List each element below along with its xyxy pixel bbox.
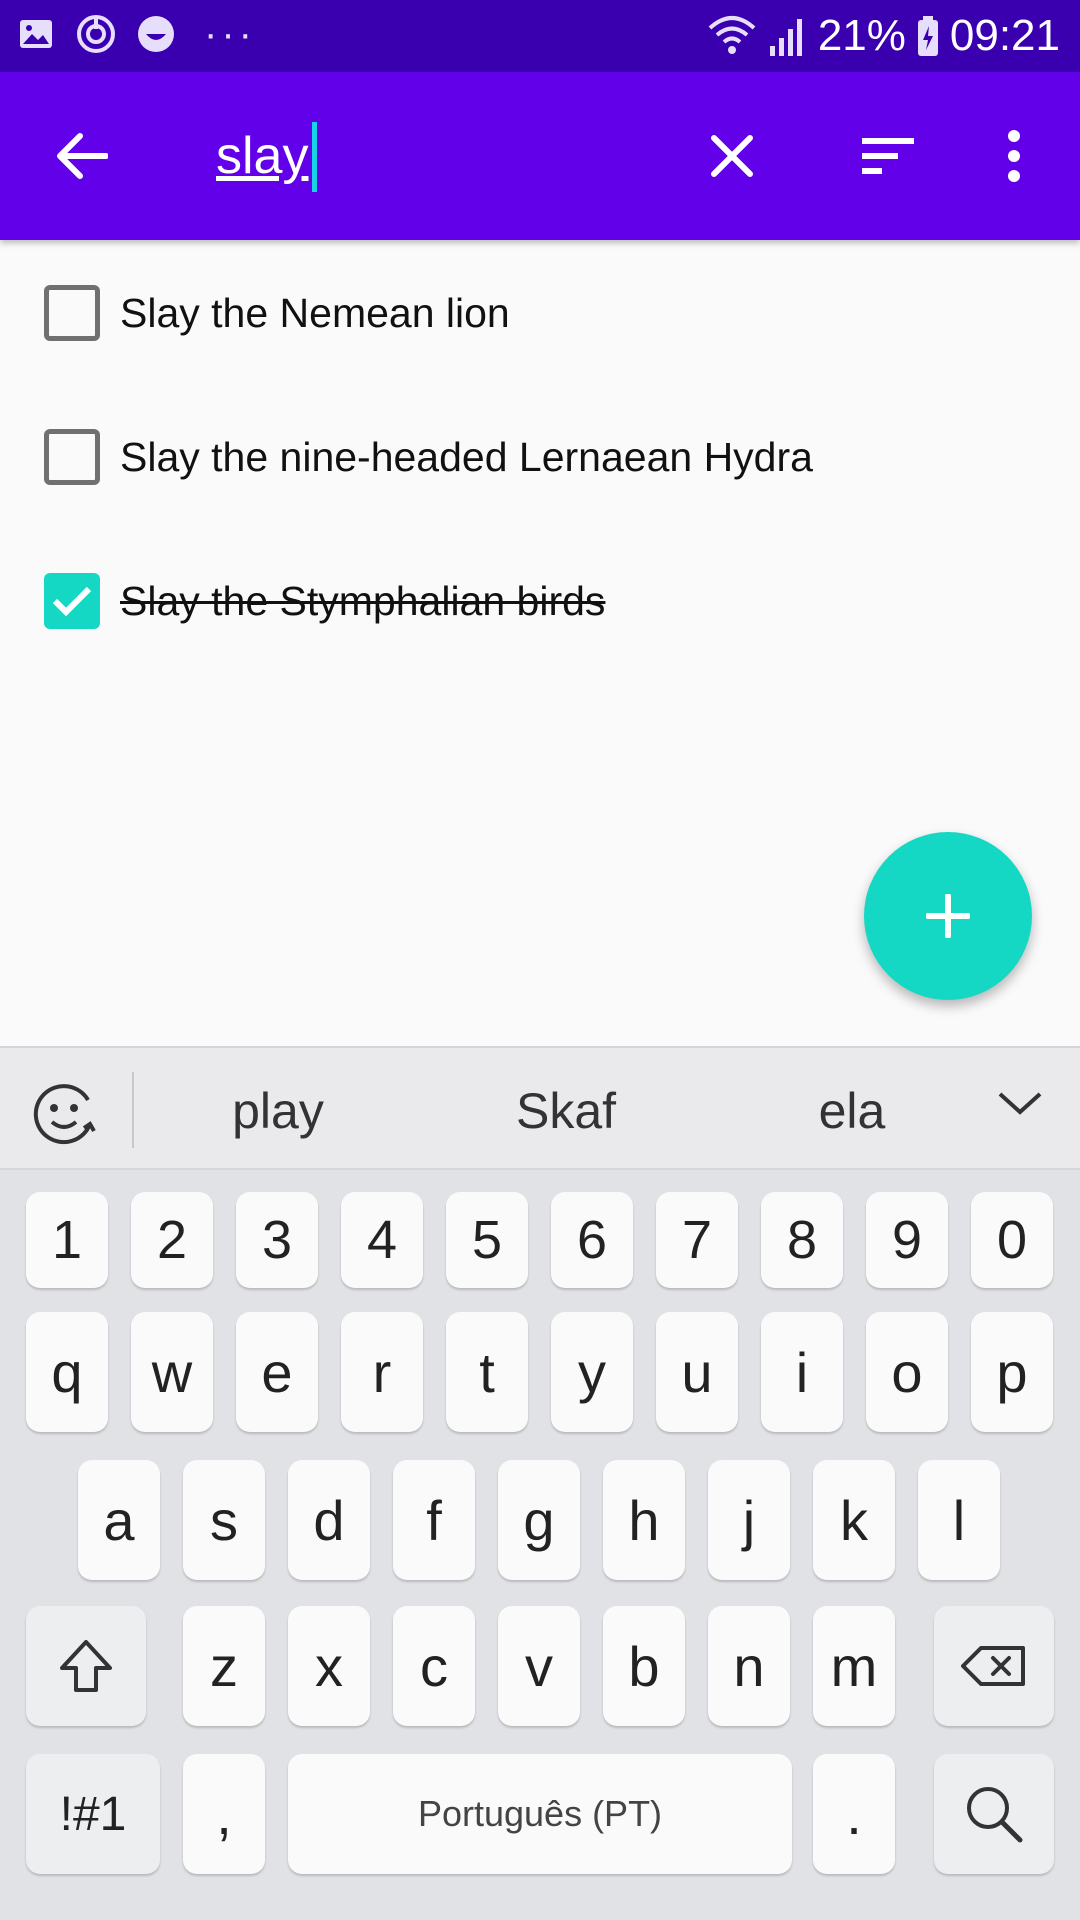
period-key[interactable]: . — [813, 1754, 895, 1874]
key-p[interactable]: p — [971, 1312, 1053, 1432]
clear-search-button[interactable] — [700, 124, 764, 188]
smile-icon — [136, 14, 176, 54]
search-field[interactable] — [216, 118, 656, 194]
arrow-left-icon — [57, 133, 108, 179]
search-key[interactable] — [934, 1754, 1054, 1874]
signal-icon — [769, 19, 802, 56]
back-button[interactable] — [52, 126, 112, 186]
key-9[interactable]: 9 — [866, 1192, 948, 1288]
task-label: Slay the Nemean lion — [120, 289, 510, 336]
key-v[interactable]: v — [498, 1606, 580, 1726]
key-l[interactable]: l — [918, 1460, 1000, 1580]
key-y[interactable]: y — [551, 1312, 633, 1432]
key-c[interactable]: c — [393, 1606, 475, 1726]
key-b[interactable]: b — [603, 1606, 685, 1726]
key-0[interactable]: 0 — [971, 1192, 1053, 1288]
key-6[interactable]: 6 — [551, 1192, 633, 1288]
search-icon — [967, 1787, 1023, 1843]
task-item[interactable]: Slay the nine-headed Lernaean Hydra — [0, 387, 1080, 527]
task-checkbox[interactable] — [44, 285, 100, 341]
key-x[interactable]: x — [288, 1606, 370, 1726]
battery-charging-icon — [917, 16, 938, 56]
key-s[interactable]: s — [183, 1460, 265, 1580]
search-toolbar — [0, 72, 1080, 240]
add-task-button[interactable] — [864, 832, 1032, 1000]
status-bar-left: ··· — [16, 14, 256, 54]
key-f[interactable]: f — [393, 1460, 475, 1580]
sort-button[interactable] — [856, 124, 920, 188]
shift-key[interactable] — [26, 1606, 146, 1726]
shift-icon — [60, 1640, 112, 1692]
overflow-menu-button[interactable] — [984, 124, 1044, 188]
clock: 09:21 — [949, 11, 1060, 60]
key-o[interactable]: o — [866, 1312, 948, 1432]
key-2[interactable]: 2 — [131, 1192, 213, 1288]
key-8[interactable]: 8 — [761, 1192, 843, 1288]
sort-icon — [862, 138, 914, 174]
check-icon — [52, 586, 92, 617]
search-input[interactable] — [216, 126, 656, 186]
wifi-icon — [708, 16, 756, 54]
battery-percent: 21% — [817, 11, 906, 60]
close-icon — [711, 135, 753, 177]
suggestion-word[interactable]: Skaf — [456, 1082, 676, 1140]
key-5[interactable]: 5 — [446, 1192, 528, 1288]
emoji-icon — [33, 1084, 96, 1145]
key-i[interactable]: i — [761, 1312, 843, 1432]
key-4[interactable]: 4 — [341, 1192, 423, 1288]
keyboard: 1 2 3 4 5 6 7 8 9 0 q w e r t y u i o p … — [0, 1170, 1080, 1920]
suggestion-word[interactable]: play — [168, 1082, 388, 1140]
symbols-key[interactable]: !#1 — [26, 1754, 160, 1874]
chevron-down-icon — [998, 1092, 1042, 1115]
key-e[interactable]: e — [236, 1312, 318, 1432]
status-bar-right: 21% 09:21 — [706, 10, 1060, 62]
key-w[interactable]: w — [131, 1312, 213, 1432]
plus-icon — [926, 894, 970, 938]
task-label: Slay the nine-headed Lernaean Hydra — [120, 433, 813, 480]
more-vert-icon — [1008, 130, 1020, 182]
key-3[interactable]: 3 — [236, 1192, 318, 1288]
emoji-toggle-button[interactable] — [28, 1078, 100, 1150]
gallery-icon — [16, 14, 56, 54]
comma-key[interactable]: , — [183, 1754, 265, 1874]
status-more: ··· — [204, 12, 256, 56]
key-q[interactable]: q — [26, 1312, 108, 1432]
status-bar: ··· 21% 09:21 — [0, 0, 1080, 72]
suggestion-divider — [132, 1072, 134, 1148]
suggestion-word[interactable]: ela — [742, 1082, 962, 1140]
task-item[interactable]: Slay the Stymphalian birds — [0, 531, 1080, 671]
key-n[interactable]: n — [708, 1606, 790, 1726]
key-j[interactable]: j — [708, 1460, 790, 1580]
keyboard-suggestion-bar: play Skaf ela — [0, 1046, 1080, 1170]
key-1[interactable]: 1 — [26, 1192, 108, 1288]
expand-suggestions-button[interactable] — [996, 1088, 1048, 1132]
text-cursor — [312, 122, 317, 192]
key-d[interactable]: d — [288, 1460, 370, 1580]
key-u[interactable]: u — [656, 1312, 738, 1432]
sync-icon — [76, 14, 116, 54]
task-label: Slay the Stymphalian birds — [120, 577, 606, 624]
key-g[interactable]: g — [498, 1460, 580, 1580]
key-t[interactable]: t — [446, 1312, 528, 1432]
key-h[interactable]: h — [603, 1460, 685, 1580]
task-item[interactable]: Slay the Nemean lion — [0, 243, 1080, 383]
backspace-icon — [961, 1646, 1025, 1686]
key-k[interactable]: k — [813, 1460, 895, 1580]
task-checkbox-checked[interactable] — [44, 573, 100, 629]
key-z[interactable]: z — [183, 1606, 265, 1726]
key-7[interactable]: 7 — [656, 1192, 738, 1288]
key-m[interactable]: m — [813, 1606, 895, 1726]
space-key[interactable]: Português (PT) — [288, 1754, 792, 1874]
backspace-key[interactable] — [934, 1606, 1054, 1726]
key-a[interactable]: a — [78, 1460, 160, 1580]
key-r[interactable]: r — [341, 1312, 423, 1432]
task-checkbox[interactable] — [44, 429, 100, 485]
